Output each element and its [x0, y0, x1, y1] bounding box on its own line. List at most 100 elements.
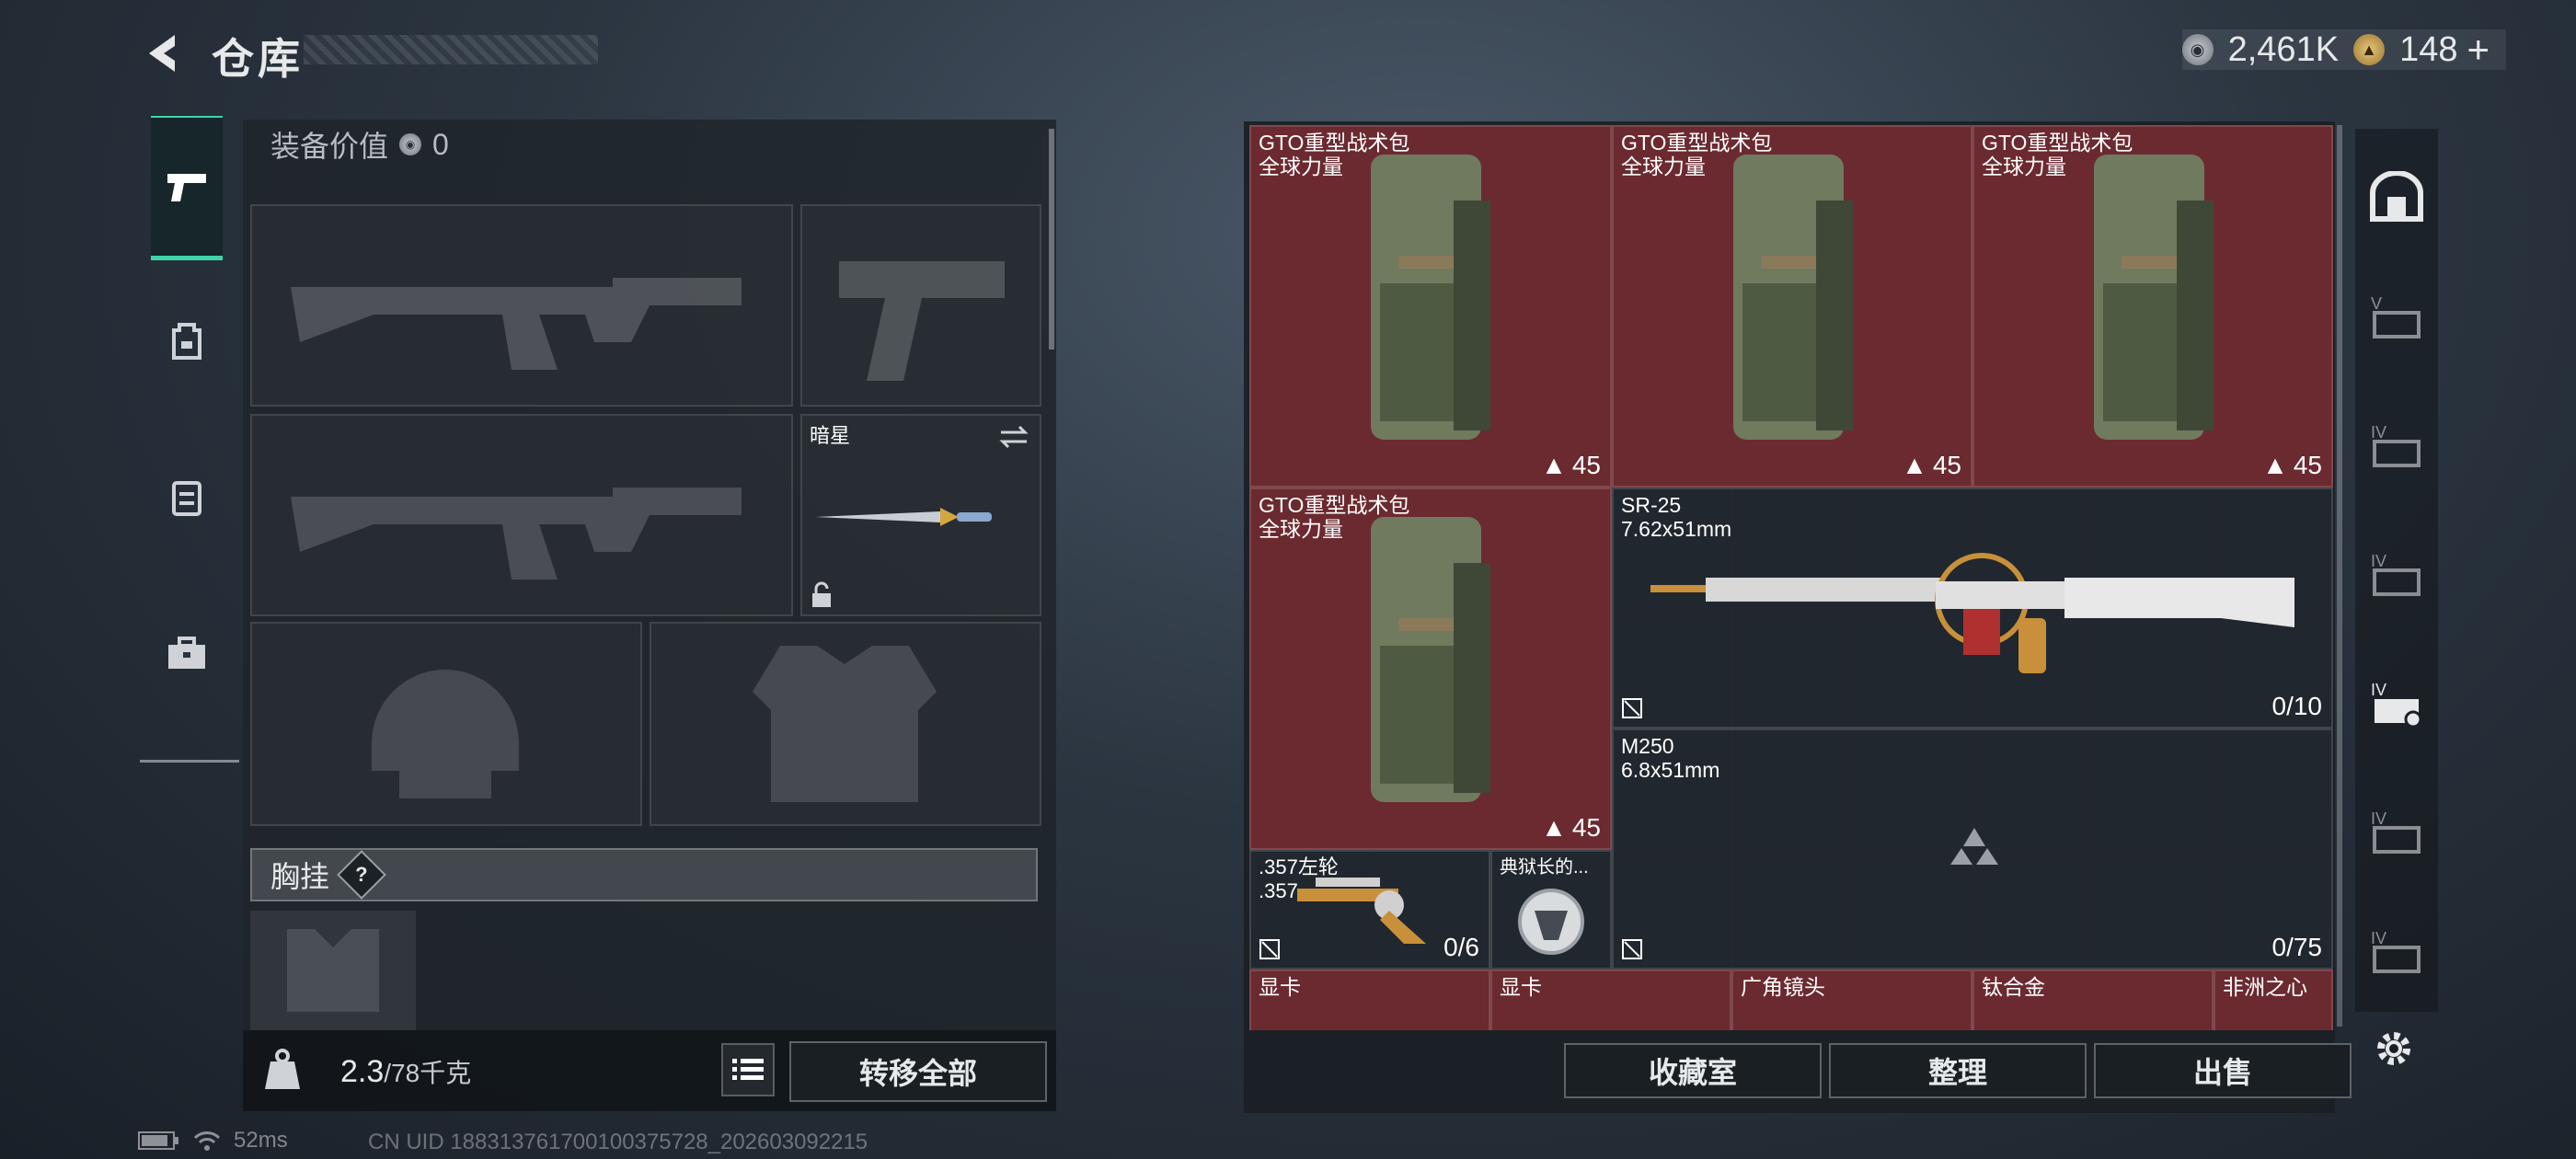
weight-max: /78千克 [384, 1059, 472, 1087]
equip-value: 装备价值 ◉ 0 [270, 123, 449, 166]
page-title: 仓库 [212, 35, 304, 83]
backpack-image [1733, 155, 1853, 440]
inventory-item[interactable]: GTO重型战术包 全球力量 ▲ 45 [1612, 125, 1972, 488]
storage-v-icon: V [2371, 294, 2421, 339]
inventory-item[interactable]: 典狱长的... [1490, 850, 1612, 970]
tab-storage-iv-1[interactable]: IV [2355, 386, 2438, 504]
toolbox-icon [168, 637, 205, 669]
vault-button[interactable]: 收藏室 [1564, 1043, 1822, 1098]
gold-coin-icon: ▲ [2353, 34, 2386, 65]
silver-coin-icon: ◉ [2181, 34, 2214, 65]
lock-icon [812, 581, 831, 607]
back-arrow-icon [149, 35, 175, 72]
vault-icon [2370, 171, 2423, 222]
rifle-image [1650, 553, 2294, 673]
ammo-icon: ▲ [2262, 451, 2288, 479]
backpack-image [1371, 155, 1490, 440]
uid-text: CN UID 188313761700100375728_20260309221… [368, 1130, 868, 1154]
battery-icon [138, 1131, 178, 1150]
rail-item-toolbox[interactable] [151, 585, 223, 723]
inventory-item[interactable]: .357左轮 .357 0/6 [1249, 850, 1490, 970]
list-view-button[interactable] [721, 1043, 775, 1096]
inventory-item[interactable]: 显卡 [1490, 970, 1731, 1030]
svg-text:IV: IV [2371, 423, 2386, 442]
storage-iv-icon: IV [2371, 681, 2422, 729]
sidearm-slot[interactable] [800, 204, 1041, 407]
tab-storage-iv-3[interactable]: IV [2355, 644, 2438, 762]
helmet-slot[interactable] [250, 622, 642, 826]
melee-slot[interactable]: 暗星 [800, 414, 1041, 616]
inventory-item[interactable]: 钛合金 [1972, 970, 2214, 1030]
inventory-item[interactable]: GTO重型战术包 全球力量 ▲ 45 [1249, 125, 1612, 488]
storage-iv-icon: IV [2371, 809, 2421, 854]
add-currency-button[interactable]: + [2467, 30, 2490, 69]
back-button[interactable] [138, 28, 190, 79]
unlocked-icon [1622, 698, 1642, 718]
pistol-silhouette-icon [839, 261, 1005, 381]
secondary-weapon-slot[interactable] [250, 414, 793, 616]
inventory-grid: GTO重型战术包 全球力量 ▲ 45 GTO重型战术包 全球力量 ▲ 45 GTO重型战… [1249, 125, 2333, 1030]
vest-icon [172, 481, 201, 516]
sort-button[interactable]: 整理 [1829, 1043, 2087, 1098]
knife-icon [815, 508, 992, 526]
transfer-all-button[interactable]: 转移全部 [789, 1041, 1047, 1102]
rail-item-vest[interactable] [151, 429, 223, 567]
ping-readout: 52ms [234, 1128, 288, 1153]
tab-storage-v[interactable]: V [2355, 258, 2438, 375]
inventory-scrollbar[interactable] [2337, 125, 2342, 1027]
storage-iv-icon: IV [2371, 929, 2421, 973]
inventory-item[interactable]: SR-25 7.62x51mm 0/10 [1612, 488, 2333, 729]
gold-coin-amount: 148 [2399, 29, 2458, 69]
sell-button[interactable]: 出售 [2094, 1043, 2352, 1098]
rail-divider [140, 760, 239, 763]
rail-item-weapons[interactable] [151, 116, 223, 260]
inventory-item[interactable]: GTO重型战术包 全球力量 ▲ 45 [1249, 488, 1612, 850]
svg-text:V: V [2371, 294, 2382, 313]
settings-button[interactable] [2366, 1021, 2421, 1076]
silver-coin-icon: ◉ [399, 133, 422, 155]
rifle-silhouette-icon [291, 278, 742, 370]
primary-weapon-slot[interactable] [250, 204, 793, 407]
helmet-silhouette-icon [372, 670, 519, 798]
swap-icon[interactable] [997, 423, 1030, 451]
inventory-item[interactable]: 非洲之心 [2214, 970, 2333, 1030]
rail-item-backpack[interactable] [151, 272, 223, 410]
equip-value-amount: 0 [432, 127, 449, 161]
chest-rig-header: 胸挂 ? [250, 848, 1038, 901]
armor-slot[interactable] [650, 622, 1041, 826]
gear-icon [2377, 1032, 2410, 1065]
inventory-item[interactable]: 显卡 [1249, 970, 1490, 1030]
rarity-triangle-icon [1950, 828, 1998, 865]
storage-iv-icon: IV [2371, 423, 2421, 467]
equip-value-label: 装备价值 [270, 130, 389, 163]
tab-vault[interactable] [2355, 138, 2438, 256]
storage-tab-rail: V IV IV IV IV IV [2355, 129, 2438, 1012]
inventory-item[interactable]: 广角镜头 [1731, 970, 1972, 1030]
backpack-image [2094, 155, 2214, 440]
armor-silhouette-icon [753, 646, 937, 802]
tab-storage-iv-4[interactable]: IV [2355, 773, 2438, 890]
unlocked-icon [1259, 939, 1280, 959]
rifle-silhouette-icon [291, 488, 742, 580]
loadout-category-rail [140, 116, 239, 763]
loadout-scrollbar[interactable] [1049, 129, 1054, 350]
header-decoration [304, 35, 598, 64]
tab-storage-iv-5[interactable]: IV [2355, 892, 2438, 1010]
storage-iv-icon: IV [2371, 552, 2421, 596]
melee-name: 暗星 [810, 424, 851, 447]
svg-text:IV: IV [2371, 552, 2386, 570]
svg-text:IV: IV [2371, 809, 2386, 828]
inventory-item[interactable]: GTO重型战术包 全球力量 ▲ 45 [1972, 125, 2333, 488]
backpack-image [1371, 517, 1490, 802]
list-icon [732, 1059, 764, 1080]
currency-bar: ◉ 2,461K ▲ 148 + [2181, 29, 2506, 70]
chest-rig-slot[interactable] [250, 911, 416, 1030]
tab-storage-iv-2[interactable]: IV [2355, 515, 2438, 633]
silver-coin-amount: 2,461K [2227, 29, 2340, 69]
revolver-image [1297, 878, 1426, 944]
inventory-item[interactable]: M250 6.8x51mm 0/75 [1612, 729, 2333, 970]
weight-current: 2.3 [340, 1054, 385, 1089]
svg-text:IV: IV [2371, 681, 2386, 699]
help-button[interactable]: ? [337, 850, 386, 900]
ammo-icon: ▲ [1541, 451, 1567, 479]
